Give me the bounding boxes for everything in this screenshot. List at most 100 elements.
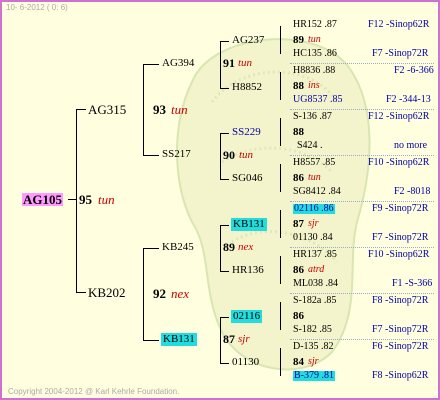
connector — [280, 164, 281, 192]
g4-bottom-name[interactable]: B-379 .81 — [293, 371, 335, 381]
connector — [280, 210, 281, 238]
g4-race: ins — [308, 80, 320, 91]
connector — [280, 118, 281, 146]
g4-year: 89 — [293, 34, 304, 46]
g2-race: sjr — [238, 333, 250, 345]
g4-bottom-name[interactable]: HC135 .86 — [293, 49, 337, 59]
g4-bottom-name[interactable]: ML038 .84 — [293, 279, 338, 289]
row-divider — [290, 63, 434, 64]
subject-year: 95 — [79, 192, 92, 207]
g2-year: 90 — [223, 148, 235, 162]
g4-top-name[interactable]: D-135 .82 — [293, 342, 334, 352]
g4-top-ref[interactable]: F6 -Sinop72R — [372, 342, 428, 352]
g4-top-name[interactable]: H8836 .88 — [293, 66, 335, 76]
subject-race: tun — [98, 192, 115, 207]
g3-name[interactable]: AG237 — [232, 35, 264, 46]
g4-top-name[interactable]: HR152 .87 — [293, 20, 337, 30]
sire-name[interactable]: AG315 — [88, 103, 126, 116]
connector — [220, 133, 221, 179]
dam-name[interactable]: KB202 — [88, 286, 126, 299]
connector — [220, 41, 221, 88]
g3-name[interactable]: H8852 — [232, 82, 262, 93]
g4-bottom-name[interactable]: S424 . — [297, 141, 323, 151]
watermark-head-drawing — [176, 38, 371, 371]
g4-top-ref[interactable]: F8 -Sinop72R — [372, 296, 428, 306]
connector — [280, 256, 281, 284]
connector — [76, 109, 86, 110]
g3-name[interactable]: KB131 — [231, 218, 267, 231]
g3-name[interactable]: 02116 — [231, 310, 263, 323]
connector — [280, 72, 281, 100]
dam-race: nex — [171, 286, 190, 301]
connector — [220, 41, 229, 42]
g4-top-ref[interactable]: F9 -Sinop72R — [372, 204, 428, 214]
connector — [220, 317, 229, 318]
pedigree-chart: 10- 6-2012 ( 0: 6) Copyright 2004-2012 @… — [0, 0, 440, 400]
connector — [280, 302, 281, 330]
connector — [220, 179, 229, 180]
g4-year: 88 — [293, 80, 304, 92]
g4-race: atrd — [308, 264, 325, 275]
connector — [76, 109, 77, 292]
g2-year: 89 — [223, 240, 235, 254]
g2-name[interactable]: KB245 — [162, 242, 194, 253]
connector — [220, 317, 221, 363]
sire-year: 93 — [153, 102, 166, 117]
g3-name[interactable]: SG046 — [232, 173, 263, 184]
g4-top-name[interactable]: H8557 .85 — [293, 158, 335, 168]
g4-bottom-ref[interactable]: F2 -8018 — [394, 187, 430, 197]
g4-bottom-ref[interactable]: F8 -Sinop62R — [372, 371, 428, 381]
connector — [143, 340, 159, 341]
g2-year: 87 — [223, 332, 235, 346]
g4-bottom-name[interactable]: SG8412 .84 — [293, 187, 341, 197]
row-divider — [290, 293, 434, 294]
g4-bottom-name[interactable]: UG8537 .85 — [293, 95, 342, 105]
g4-top-name[interactable]: HR137 .85 — [293, 250, 337, 260]
g4-year: 86 — [293, 310, 304, 322]
row-divider — [290, 155, 434, 156]
row-divider — [290, 339, 434, 340]
g2-name[interactable]: AG394 — [162, 58, 194, 69]
connector — [220, 363, 229, 364]
connector — [143, 64, 144, 155]
header-date: 10- 6-2012 ( 0: 6) — [6, 3, 68, 12]
g4-year: 87 — [293, 218, 304, 230]
g4-top-ref[interactable]: F2 -6-366 — [394, 66, 434, 76]
g4-top-ref[interactable]: F10 -Sinop62R — [368, 158, 429, 168]
g4-bottom-ref[interactable]: F7 -Sinop72R — [372, 325, 428, 335]
g3-name[interactable]: 01130 — [232, 357, 259, 368]
dam-year: 92 — [153, 286, 166, 301]
g4-bottom-ref[interactable]: F2 -344-13 — [386, 95, 431, 105]
g4-year: 86 — [293, 172, 304, 184]
g3-name[interactable]: HR136 — [232, 265, 264, 276]
g4-race: sjr — [308, 218, 319, 229]
g4-race: tun — [308, 172, 321, 183]
g4-top-name[interactable]: S-136 .87 — [293, 112, 332, 122]
connector — [220, 133, 229, 134]
g2-year: 91 — [223, 56, 235, 70]
connector — [143, 248, 144, 340]
g4-bottom-ref[interactable]: F7 -Sinop72R — [372, 49, 428, 59]
g2-race: nex — [238, 241, 254, 253]
g2-name[interactable]: KB131 — [161, 333, 197, 346]
g4-bottom-name[interactable]: S-182 .85 — [293, 325, 332, 335]
connector — [280, 26, 281, 54]
g4-bottom-name[interactable]: 01130 .84 — [293, 233, 333, 243]
g4-top-name[interactable]: 02116 .86 — [293, 204, 335, 214]
g4-top-ref[interactable]: F12 -Sinop62R — [368, 20, 429, 30]
connector — [280, 348, 281, 376]
row-divider — [290, 201, 434, 202]
subject-name[interactable]: AG105 — [22, 193, 63, 206]
row-divider — [290, 247, 434, 248]
g3-name[interactable]: SS229 — [232, 127, 261, 138]
g4-top-ref[interactable]: F12 -Sinop62R — [368, 112, 429, 122]
g4-top-ref[interactable]: F10 -Sinop62R — [368, 250, 429, 260]
g4-bottom-ref[interactable]: F1 -S-366 — [392, 279, 432, 289]
g4-bottom-ref[interactable]: F7 -Sinop72R — [372, 233, 428, 243]
footer-copyright: Copyright 2004-2012 @ Karl Kehrle Founda… — [8, 387, 180, 396]
g4-top-name[interactable]: S-182a .85 — [293, 296, 336, 306]
g2-name[interactable]: SS217 — [162, 149, 191, 160]
connector — [143, 248, 159, 249]
g4-bottom-ref[interactable]: no more — [394, 141, 427, 151]
g4-race: tun — [308, 34, 321, 45]
